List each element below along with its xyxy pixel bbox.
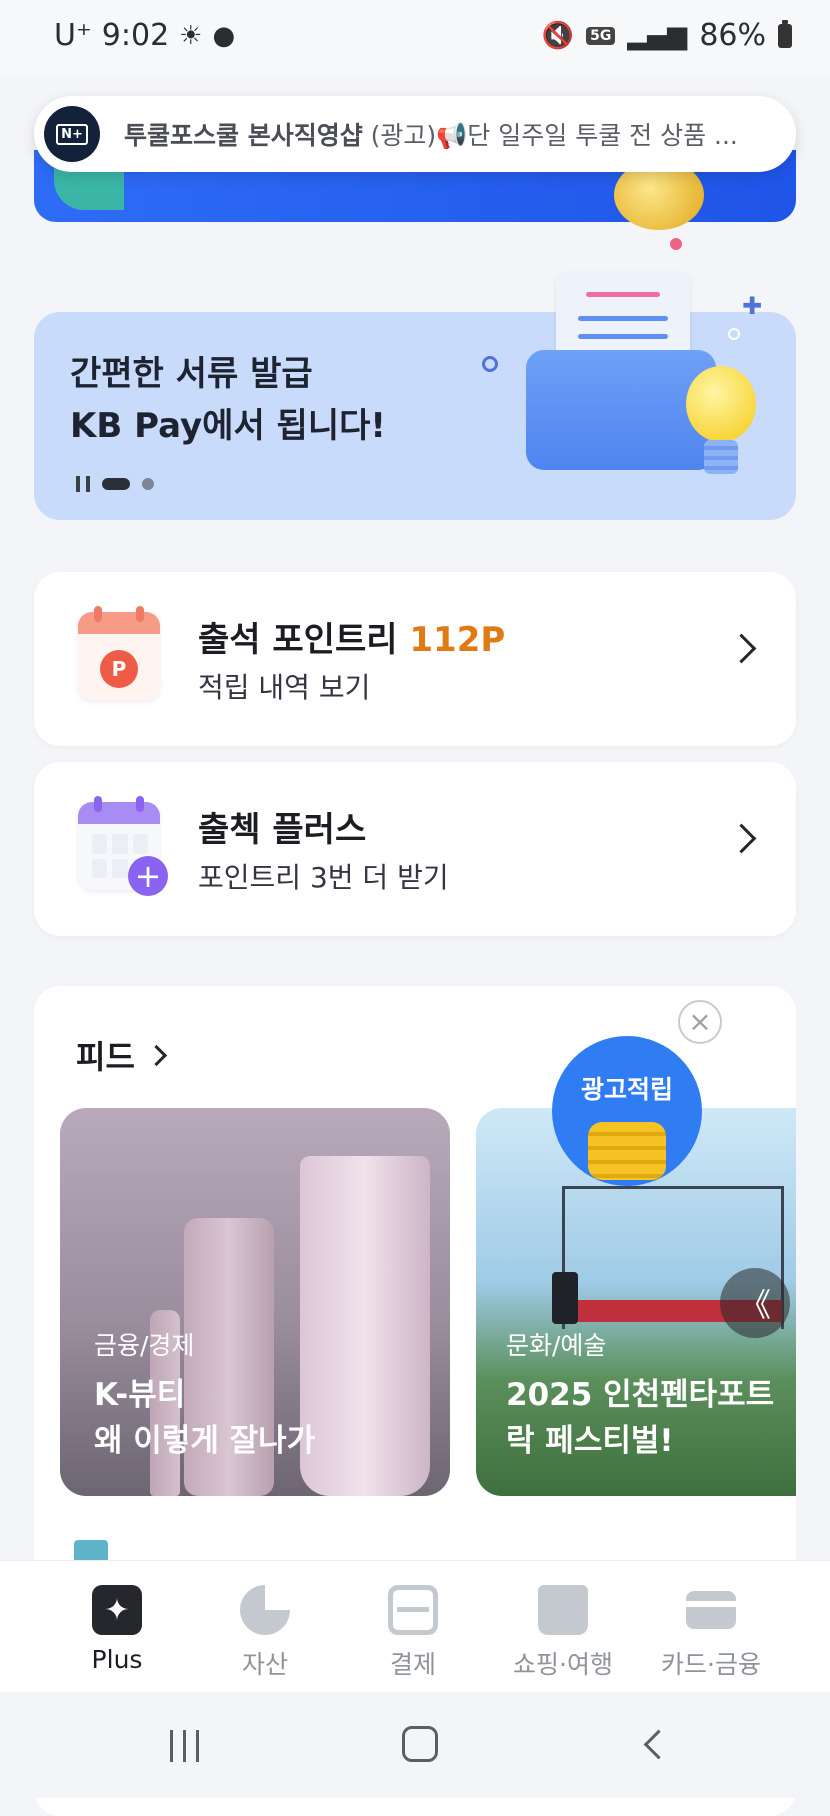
feed-card-title: 2025 인천펜타포트 락 페스티벌! bbox=[506, 1377, 775, 1459]
sparkle-icon: ✚ bbox=[742, 292, 763, 320]
plus-sparkle-icon: ✦ bbox=[92, 1585, 142, 1635]
ad-brand: 투쿨포스쿨 본사직영샵 bbox=[124, 121, 363, 150]
ad-text: 투쿨포스쿨 본사직영샵 (광고)📢단 일주일 투쿨 전 상품 ... bbox=[124, 116, 754, 152]
lightbulb-base bbox=[704, 440, 738, 474]
weather-icon: ☀ bbox=[179, 20, 203, 51]
carrier-label: U⁺ bbox=[54, 18, 92, 53]
attendance-card[interactable]: P 출석 포인트리 112P 적립 내역 보기 bbox=[34, 572, 796, 746]
calendar-points-icon: P bbox=[78, 606, 160, 700]
lightbulb-illustration bbox=[686, 366, 756, 442]
notification-icon: ● bbox=[212, 20, 236, 51]
pause-icon[interactable] bbox=[76, 476, 90, 492]
shopping-bag-icon bbox=[538, 1585, 588, 1635]
pager-dot bbox=[142, 478, 154, 490]
checkin-plus-card[interactable]: + 출첵 플러스 포인트리 3번 더 받기 bbox=[34, 762, 796, 936]
feed-title: 피드 bbox=[76, 1038, 135, 1076]
ad-reward-label: 광고적립 bbox=[580, 1075, 673, 1104]
card-icon bbox=[686, 1591, 736, 1629]
nav-label: 자산 bbox=[241, 1650, 288, 1679]
decor-dot bbox=[670, 238, 682, 250]
nav-shopping[interactable]: 쇼핑·여행 bbox=[488, 1561, 638, 1693]
promo-title: 간편한 서류 발급 KB Pay에서 됩니다! bbox=[70, 354, 386, 446]
checkin-subtitle: 포인트리 3번 더 받기 bbox=[198, 861, 449, 894]
nav-card-finance[interactable]: 카드·금융 bbox=[636, 1561, 786, 1693]
nav-plus[interactable]: ✦ Plus bbox=[42, 1561, 192, 1693]
signal-icon: ▂▄▆ bbox=[627, 20, 688, 51]
feed-header[interactable]: 피드 bbox=[76, 1032, 167, 1078]
attendance-subtitle: 적립 내역 보기 bbox=[198, 671, 371, 704]
pager-dot-active bbox=[102, 478, 130, 490]
scroll-left-button[interactable]: 《 bbox=[720, 1268, 790, 1338]
speaker-illustration bbox=[552, 1272, 578, 1324]
home-button[interactable] bbox=[402, 1726, 438, 1762]
scan-icon bbox=[388, 1585, 438, 1635]
ad-message: (광고)📢단 일주일 투쿨 전 상품 ... bbox=[370, 121, 738, 150]
bottom-nav: ✦ Plus 자산 결제 쇼핑·여행 카드·금융 bbox=[0, 1560, 830, 1693]
feed-card-tag: 문화/예술 bbox=[506, 1331, 607, 1360]
close-ad-button[interactable]: × bbox=[678, 1000, 722, 1044]
mute-icon: 🔇 bbox=[541, 20, 575, 51]
ad-logo: N+ bbox=[44, 106, 100, 162]
status-right: 🔇 5G ▂▄▆ 86% bbox=[542, 18, 792, 53]
clock: 9:02 bbox=[101, 18, 170, 53]
feed-card-tag: 금융/경제 bbox=[94, 1331, 195, 1360]
decor-ring bbox=[482, 356, 498, 372]
battery-icon bbox=[778, 19, 792, 48]
checkin-title: 출첵 플러스 bbox=[198, 810, 367, 850]
chevron-right-icon bbox=[726, 823, 757, 854]
calendar-plus-icon: + bbox=[78, 796, 168, 896]
pie-chart-icon bbox=[240, 1585, 290, 1635]
coin-stack-icon bbox=[588, 1122, 666, 1180]
chevron-right-icon bbox=[145, 1044, 167, 1066]
ad-notification-bar[interactable]: N+ 투쿨포스쿨 본사직영샵 (광고)📢단 일주일 투쿨 전 상품 ... bbox=[34, 96, 796, 172]
network-badge: 5G bbox=[586, 26, 616, 45]
carousel-pager[interactable] bbox=[76, 476, 154, 492]
nav-label: 쇼핑·여행 bbox=[513, 1650, 613, 1679]
cosmetic-illustration bbox=[300, 1156, 430, 1496]
battery-level: 86% bbox=[699, 18, 766, 53]
status-left: U⁺ 9:02 ☀ ● bbox=[54, 18, 235, 53]
nav-label: Plus bbox=[91, 1645, 143, 1674]
points-value: 112P bbox=[409, 620, 506, 660]
decor-ring bbox=[728, 328, 740, 340]
nav-payment[interactable]: 결제 bbox=[338, 1561, 488, 1693]
attendance-title: 출석 포인트리 112P bbox=[198, 620, 506, 660]
recent-apps-button[interactable] bbox=[170, 1730, 199, 1762]
nav-label: 결제 bbox=[389, 1650, 436, 1679]
list-icon bbox=[74, 1540, 108, 1560]
nav-label: 카드·금융 bbox=[661, 1650, 761, 1679]
nav-assets[interactable]: 자산 bbox=[190, 1561, 340, 1693]
chevron-right-icon bbox=[726, 633, 757, 664]
feed-card-title: K-뷰티 왜 이렇게 잘나가 bbox=[94, 1377, 316, 1459]
